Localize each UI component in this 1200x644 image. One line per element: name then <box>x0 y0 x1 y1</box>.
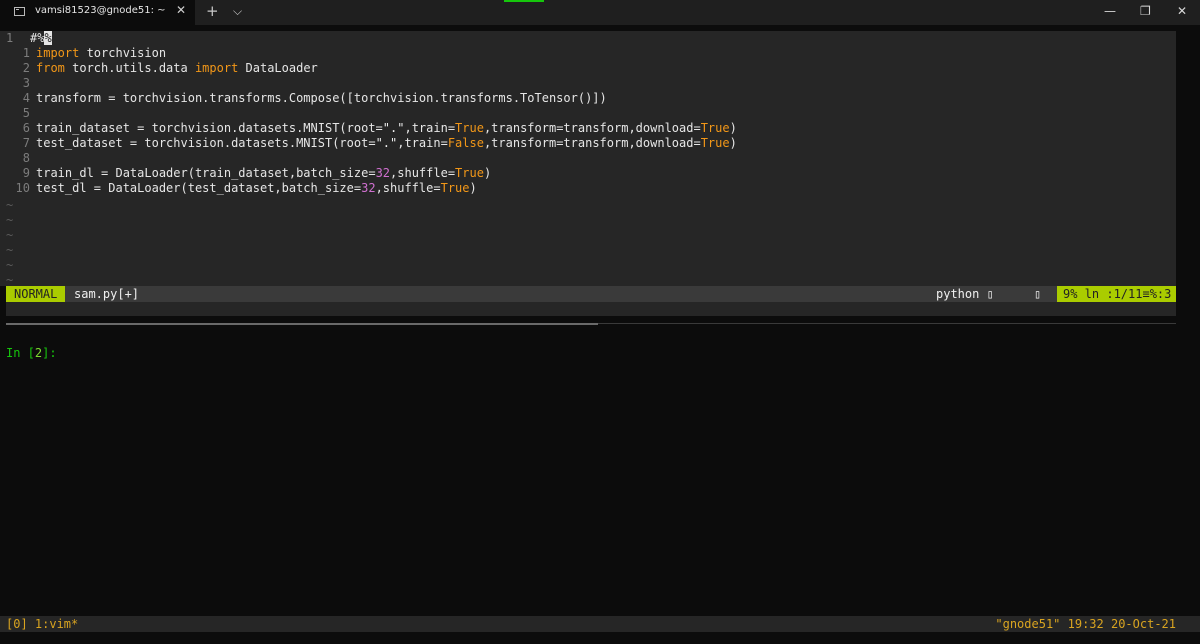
code-text: ,train= <box>404 121 456 135</box>
boolean-literal: True <box>700 136 730 150</box>
code-line: 4 transform = torchvision.transforms.Comp… <box>0 91 607 106</box>
maximize-button[interactable]: ❐ <box>1140 4 1151 18</box>
vim-statusline: NORMAL sam.py[+] python ▯ ▯ 9% ln :1/11≡… <box>6 286 1176 302</box>
empty-line-marker: ~ <box>6 258 14 272</box>
prompt-label-end: ]: <box>42 346 57 360</box>
code-text: test_dataset = torchvision.datasets.MNIS… <box>36 136 376 150</box>
boolean-literal: True <box>455 121 484 135</box>
code-line: 6 train_dataset = torchvision.datasets.MN… <box>0 121 737 136</box>
code-text: ,shuffle= <box>390 166 456 180</box>
code-text: train_dl = DataLoader(train_dataset,batc… <box>36 166 376 180</box>
tab-dropdown-button[interactable]: ⌵ <box>233 4 242 19</box>
string-literal: "." <box>382 121 405 135</box>
code-text: ,transform=transform,download= <box>483 136 701 150</box>
keyword: import <box>194 61 239 75</box>
code-line: 10 test_dl = DataLoader(test_dataset,batc… <box>0 181 477 196</box>
terminal-tab[interactable]: vamsi81523@gnode51: ~ ✕ <box>0 0 195 25</box>
file-type-label: python <box>936 287 987 301</box>
code-line: 1 #%% <box>0 31 52 46</box>
code-text: ) <box>729 121 737 135</box>
line-number: 7 <box>22 136 30 150</box>
empty-line-marker: ~ <box>6 228 14 242</box>
line-number: 10 <box>15 181 30 195</box>
code-text: torch.utils.data <box>64 61 195 75</box>
tmux-statusbar: [0] 1:vim* "gnode51" 19:32 20-Oct-21 <box>0 616 1200 632</box>
code-line: 3 <box>0 76 30 91</box>
code-text: ,train= <box>397 136 448 150</box>
code-text: torchvision <box>79 46 167 60</box>
code-text: test_dl = DataLoader(test_dataset,batch_… <box>36 181 362 195</box>
boolean-literal: True <box>700 121 730 135</box>
boolean-literal: False <box>447 136 484 150</box>
number-literal: 32 <box>375 166 391 180</box>
terminal-icon <box>14 7 25 16</box>
code-text: ) <box>483 166 492 180</box>
code-line: 7 test_dataset = torchvision.datasets.MNI… <box>0 136 737 151</box>
line-number: 5 <box>22 106 30 120</box>
minimize-button[interactable]: — <box>1104 4 1116 18</box>
line-number: 4 <box>22 91 30 105</box>
tab-close-button[interactable]: ✕ <box>176 3 186 17</box>
line-number: 3 <box>22 76 30 90</box>
line-number: 1 <box>6 31 14 45</box>
pane-divider[interactable] <box>6 323 598 325</box>
prompt-label: In [ <box>6 346 35 360</box>
code-line: 2 from torch.utils.data import DataLoader <box>0 61 318 76</box>
code-text: ) <box>469 181 477 195</box>
tab-title: vamsi81523@gnode51: ~ <box>35 5 166 16</box>
empty-line-marker: ~ <box>6 198 14 212</box>
repl-prompt[interactable]: In [2]: <box>6 346 57 360</box>
number-literal: 32 <box>361 181 376 195</box>
code-line: 5 <box>0 106 30 121</box>
title-bar: vamsi81523@gnode51: ~ ✕ + ⌵ — ❐ ✕ <box>0 0 1200 25</box>
code-text: ,transform=transform,download= <box>483 121 701 135</box>
code-text: ) <box>729 136 737 150</box>
line-number: 1 <box>22 46 30 60</box>
python-icon: ▯ <box>986 287 994 301</box>
code-text: ,shuffle= <box>375 181 441 195</box>
command-line[interactable] <box>6 302 1176 316</box>
text-cursor: % <box>44 31 52 45</box>
code-text: DataLoader <box>238 61 318 75</box>
empty-line-marker: ~ <box>6 243 14 257</box>
file-type: python ▯ <box>936 286 994 302</box>
mode-indicator: NORMAL <box>6 286 66 302</box>
tmux-window-list[interactable]: [0] 1:vim* <box>6 616 78 632</box>
code-line: 9 train_dl = DataLoader(train_dataset,bat… <box>0 166 491 181</box>
code-line: 1 import torchvision <box>0 46 166 61</box>
line-number: 6 <box>22 121 30 135</box>
accent-indicator <box>504 0 544 2</box>
string-literal: "." <box>375 136 398 150</box>
cursor-position: 9% ln :1/11≡%:3 <box>1057 286 1176 302</box>
separator-icon: ▯ <box>1034 287 1042 301</box>
keyword: import <box>36 46 80 60</box>
line-number: 2 <box>22 61 30 75</box>
pane-divider-track <box>598 323 1176 324</box>
vim-editor[interactable]: 1 #%% 1 import torchvision 2 from torch.uti… <box>0 31 1176 287</box>
code-text: transform = torchvision.transforms.Compo… <box>36 91 607 105</box>
file-name: sam.py[+] <box>74 287 140 301</box>
keyword: from <box>36 61 65 75</box>
tmux-host-clock: "gnode51" 19:32 20-Oct-21 <box>995 617 1176 631</box>
code-text: train_dataset = torchvision.datasets.MNI… <box>36 121 383 135</box>
code-text: #% <box>30 31 45 45</box>
empty-line-marker: ~ <box>6 213 14 227</box>
close-window-button[interactable]: ✕ <box>1177 4 1187 18</box>
line-number: 9 <box>22 166 30 180</box>
code-line: 8 <box>0 151 30 166</box>
boolean-literal: True <box>455 166 484 180</box>
new-tab-button[interactable]: + <box>206 2 219 20</box>
boolean-literal: True <box>440 181 470 195</box>
line-number: 8 <box>22 151 30 165</box>
